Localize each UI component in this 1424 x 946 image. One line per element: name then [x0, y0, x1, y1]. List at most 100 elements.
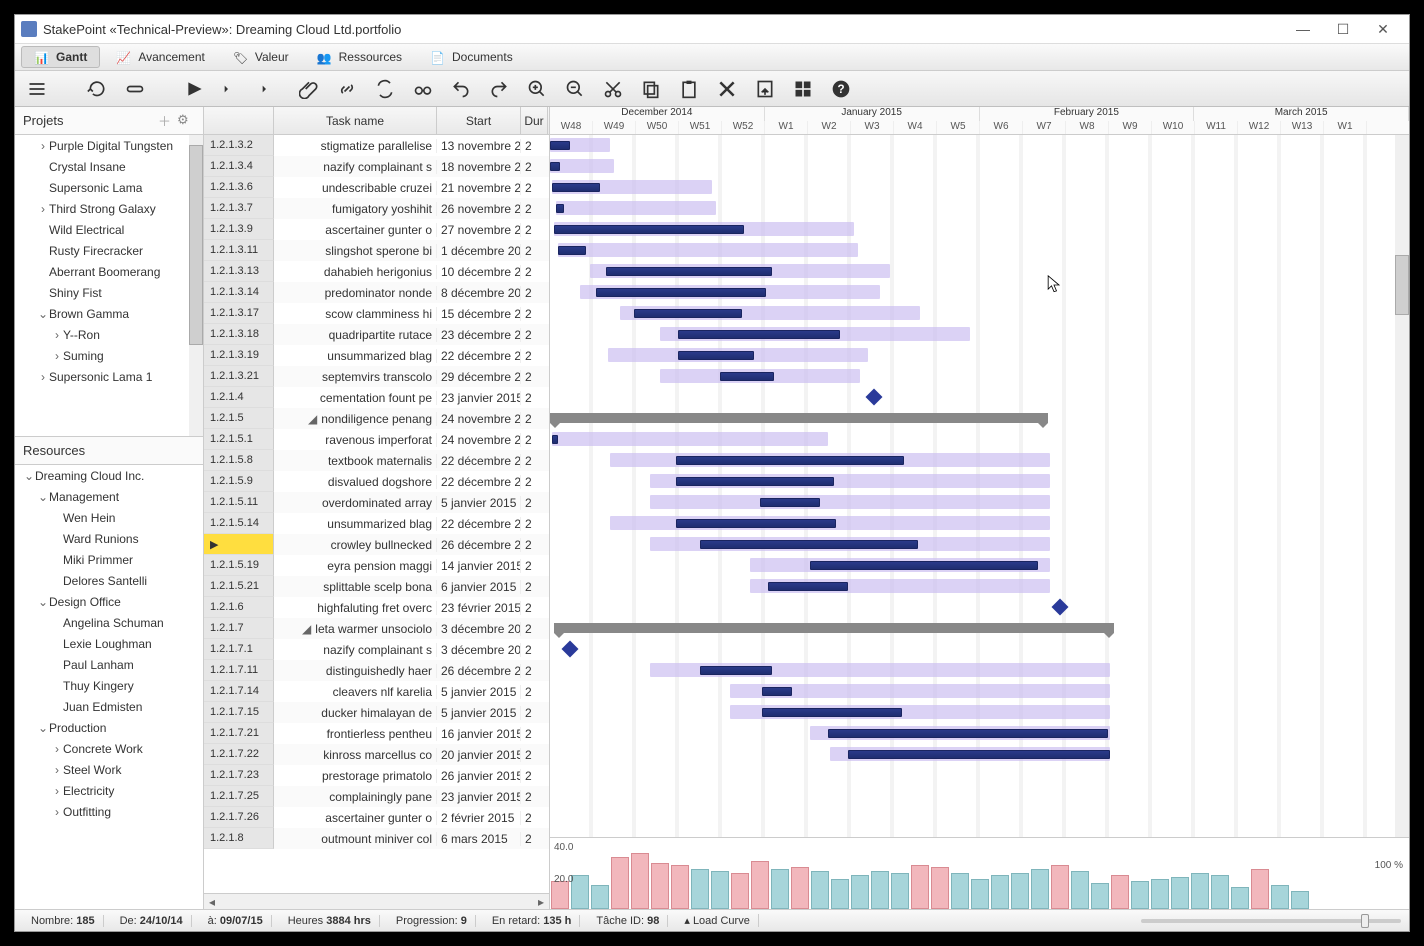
resource-item[interactable]: Angelina Schuman: [15, 612, 203, 633]
menu-icon[interactable]: [25, 77, 49, 101]
copy-icon[interactable]: [639, 77, 663, 101]
task-bar[interactable]: [700, 666, 772, 675]
task-bar[interactable]: [762, 708, 902, 717]
resource-item[interactable]: ›Outfitting: [15, 801, 203, 822]
milestone-icon[interactable]: [562, 641, 579, 658]
task-row[interactable]: 1.2.1.7.1nazify complainant s3 décembre …: [204, 639, 549, 660]
scroll-right-icon[interactable]: ▸: [533, 895, 549, 909]
gantt-row[interactable]: [550, 240, 1409, 261]
task-bar[interactable]: [760, 498, 820, 507]
ribbon-tab-documents[interactable]: 📄Documents: [418, 47, 525, 67]
ribbon-tab-ressources[interactable]: 👥Ressources: [305, 47, 414, 67]
task-bar[interactable]: [606, 267, 772, 276]
indent-icon[interactable]: [259, 77, 283, 101]
gantt-row[interactable]: [550, 429, 1409, 450]
col-start[interactable]: Start: [437, 107, 521, 134]
gantt-row[interactable]: [550, 303, 1409, 324]
task-row[interactable]: 1.2.1.3.6undescribable cruzei21 novembre…: [204, 177, 549, 198]
help-icon[interactable]: ?: [829, 77, 853, 101]
task-row[interactable]: 1.2.1.3.21septemvirs transcolo29 décembr…: [204, 366, 549, 387]
task-row[interactable]: 1.2.1.3.11slingshot sperone bi1 décembre…: [204, 240, 549, 261]
resource-item[interactable]: Delores Santelli: [15, 570, 203, 591]
link-icon[interactable]: [335, 77, 359, 101]
task-bar[interactable]: [676, 477, 834, 486]
task-row[interactable]: 1.2.1.5.9disvalued dogshore22 décembre 2…: [204, 471, 549, 492]
task-row[interactable]: 1.2.1.5.19eyra pension maggi14 janvier 2…: [204, 555, 549, 576]
gantt-row[interactable]: [550, 156, 1409, 177]
close-button[interactable]: ✕: [1363, 17, 1403, 41]
resource-item[interactable]: Juan Edmisten: [15, 696, 203, 717]
project-item[interactable]: Aberrant Boomerang: [15, 261, 203, 282]
scroll-left-icon[interactable]: ◂: [204, 895, 220, 909]
task-grid[interactable]: 1.2.1.3.2stigmatize parallelise13 novemb…: [204, 135, 549, 893]
task-row[interactable]: 1.2.1.4cementation fount pe23 janvier 20…: [204, 387, 549, 408]
task-bar[interactable]: [678, 351, 754, 360]
col-wbs[interactable]: [204, 107, 274, 134]
task-bar[interactable]: [554, 225, 744, 234]
gantt-row[interactable]: [550, 345, 1409, 366]
gantt-row[interactable]: [550, 219, 1409, 240]
task-row[interactable]: 1.2.1.3.17scow clamminess hi15 décembre …: [204, 303, 549, 324]
task-row[interactable]: 1.2.1.3.13dahabieh herigonius10 décembre…: [204, 261, 549, 282]
task-row[interactable]: 1.2.1.7.15ducker himalayan de5 janvier 2…: [204, 702, 549, 723]
milestone-icon[interactable]: [1052, 599, 1069, 616]
gantt-row[interactable]: [550, 513, 1409, 534]
gantt-row[interactable]: [550, 282, 1409, 303]
gantt-row[interactable]: [550, 261, 1409, 282]
gantt-row[interactable]: [550, 450, 1409, 471]
gantt-chart[interactable]: [550, 135, 1409, 837]
resource-item[interactable]: Miki Primmer: [15, 549, 203, 570]
resource-item[interactable]: Thuy Kingery: [15, 675, 203, 696]
task-bar[interactable]: [848, 750, 1110, 759]
sync-icon[interactable]: [373, 77, 397, 101]
gantt-row[interactable]: [550, 555, 1409, 576]
gantt-row[interactable]: [550, 723, 1409, 744]
add-task-icon[interactable]: [183, 77, 207, 101]
glasses-icon[interactable]: [411, 77, 435, 101]
gantt-row[interactable]: [550, 471, 1409, 492]
project-item[interactable]: ›Third Strong Galaxy: [15, 198, 203, 219]
ribbon-tab-valeur[interactable]: 🏷Valeur: [221, 47, 301, 67]
task-row[interactable]: 1.2.1.7.25complainingly pane23 janvier 2…: [204, 786, 549, 807]
resource-item[interactable]: ⌄Production: [15, 717, 203, 738]
gantt-row[interactable]: [550, 387, 1409, 408]
task-bar[interactable]: [768, 582, 848, 591]
outdent-icon[interactable]: [221, 77, 245, 101]
task-bar[interactable]: [550, 141, 570, 150]
gantt-row[interactable]: [550, 534, 1409, 555]
col-dur[interactable]: Dur: [521, 107, 548, 134]
gantt-row[interactable]: [550, 828, 1409, 837]
task-row[interactable]: ▶crowley bullnecked26 décembre 22: [204, 534, 549, 555]
project-item[interactable]: Wild Electrical: [15, 219, 203, 240]
task-row[interactable]: 1.2.1.7.21frontierless pentheu16 janvier…: [204, 723, 549, 744]
gantt-row[interactable]: [550, 597, 1409, 618]
task-bar[interactable]: [700, 540, 918, 549]
task-row[interactable]: 1.2.1.7.22kinross marcellus co20 janvier…: [204, 744, 549, 765]
resources-tree[interactable]: ⌄Dreaming Cloud Inc.⌄ManagementWen HeinW…: [15, 465, 203, 909]
delete-icon[interactable]: [715, 77, 739, 101]
task-row[interactable]: 1.2.1.3.2stigmatize parallelise13 novemb…: [204, 135, 549, 156]
task-row[interactable]: 1.2.1.5.14unsummarized blag22 décembre 2…: [204, 513, 549, 534]
resource-item[interactable]: ⌄Design Office: [15, 591, 203, 612]
task-bar[interactable]: [552, 435, 558, 444]
minimize-button[interactable]: —: [1283, 17, 1323, 41]
project-item[interactable]: ›Suming: [15, 345, 203, 366]
task-row[interactable]: 1.2.1.3.18quadripartite rutace23 décembr…: [204, 324, 549, 345]
task-bar[interactable]: [634, 309, 742, 318]
task-bar[interactable]: [552, 183, 600, 192]
gantt-row[interactable]: [550, 135, 1409, 156]
gantt-row[interactable]: [550, 807, 1409, 828]
project-item[interactable]: Supersonic Lama: [15, 177, 203, 198]
task-bar[interactable]: [676, 519, 836, 528]
gantt-row[interactable]: [550, 702, 1409, 723]
gantt-row[interactable]: [550, 786, 1409, 807]
col-taskname[interactable]: Task name: [274, 107, 437, 134]
task-row[interactable]: 1.2.1.7.14cleavers nlf karelia5 janvier …: [204, 681, 549, 702]
task-row[interactable]: 1.2.1.7◢leta warmer unsociolo3 décembre …: [204, 618, 549, 639]
gantt-row[interactable]: [550, 366, 1409, 387]
project-item[interactable]: ⌄Brown Gamma: [15, 303, 203, 324]
task-row[interactable]: 1.2.1.8outmount miniver col6 mars 20152: [204, 828, 549, 849]
project-item[interactable]: ›Y--Ron: [15, 324, 203, 345]
link-chain-icon[interactable]: [123, 77, 147, 101]
task-bar[interactable]: [556, 204, 564, 213]
